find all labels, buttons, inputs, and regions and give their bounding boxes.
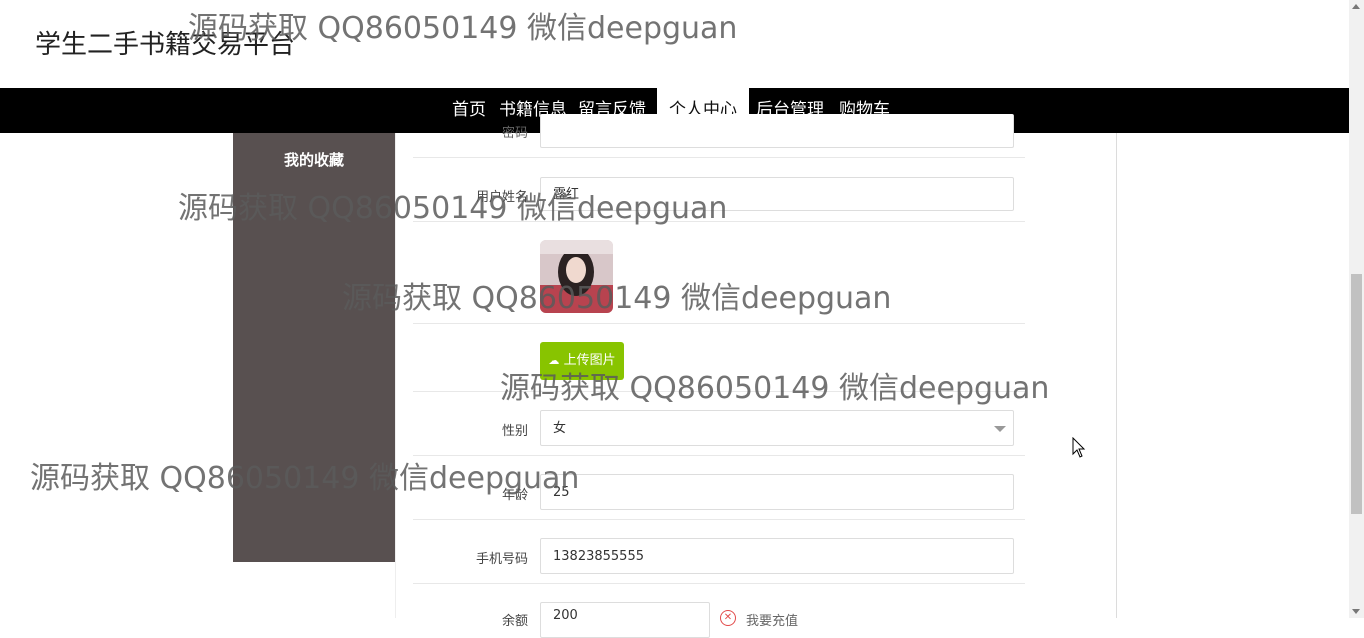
balance-label: 余额 — [501, 614, 528, 629]
age-field[interactable]: 25 — [540, 474, 1014, 510]
avatar-image — [540, 240, 613, 313]
chevron-down-icon — [994, 426, 1006, 432]
site-title: 学生二手书籍交易平台 — [35, 30, 296, 60]
row-divider — [413, 519, 1025, 520]
gender-label: 性别 — [501, 424, 528, 439]
row-divider — [413, 583, 1025, 584]
recharge-link[interactable]: 我要充值 — [746, 610, 798, 629]
cloud-upload-icon: ☁ — [548, 354, 560, 367]
password-label: 密码 — [501, 126, 528, 141]
scrollbar-thumb[interactable] — [1351, 274, 1362, 514]
age-label: 年龄 — [501, 488, 528, 503]
scroll-up-icon[interactable] — [1352, 4, 1360, 9]
row-divider — [413, 221, 1025, 222]
name-label: 用户姓名 — [475, 190, 528, 205]
gender-select[interactable]: 女 — [540, 410, 1014, 446]
balance-field: 200 — [540, 602, 710, 638]
name-field[interactable]: 露红 — [540, 177, 1014, 211]
phone-field[interactable]: 13823855555 — [540, 538, 1014, 574]
row-divider — [413, 323, 1025, 324]
recharge-icon[interactable]: ✕ — [720, 610, 736, 626]
sidebar: 我的收藏 — [233, 133, 395, 562]
scroll-down-icon[interactable] — [1352, 609, 1360, 614]
upload-image-button[interactable]: ☁ 上传图片 — [540, 342, 624, 380]
phone-label: 手机号码 — [475, 552, 528, 567]
password-field[interactable] — [540, 114, 1014, 148]
sidebar-item-favorites[interactable]: 我的收藏 — [233, 149, 395, 170]
mouse-cursor-icon — [1072, 437, 1086, 458]
row-divider — [413, 455, 1025, 456]
row-divider — [413, 391, 1025, 392]
row-divider — [413, 157, 1025, 158]
upload-button-label: 上传图片 — [563, 353, 616, 368]
